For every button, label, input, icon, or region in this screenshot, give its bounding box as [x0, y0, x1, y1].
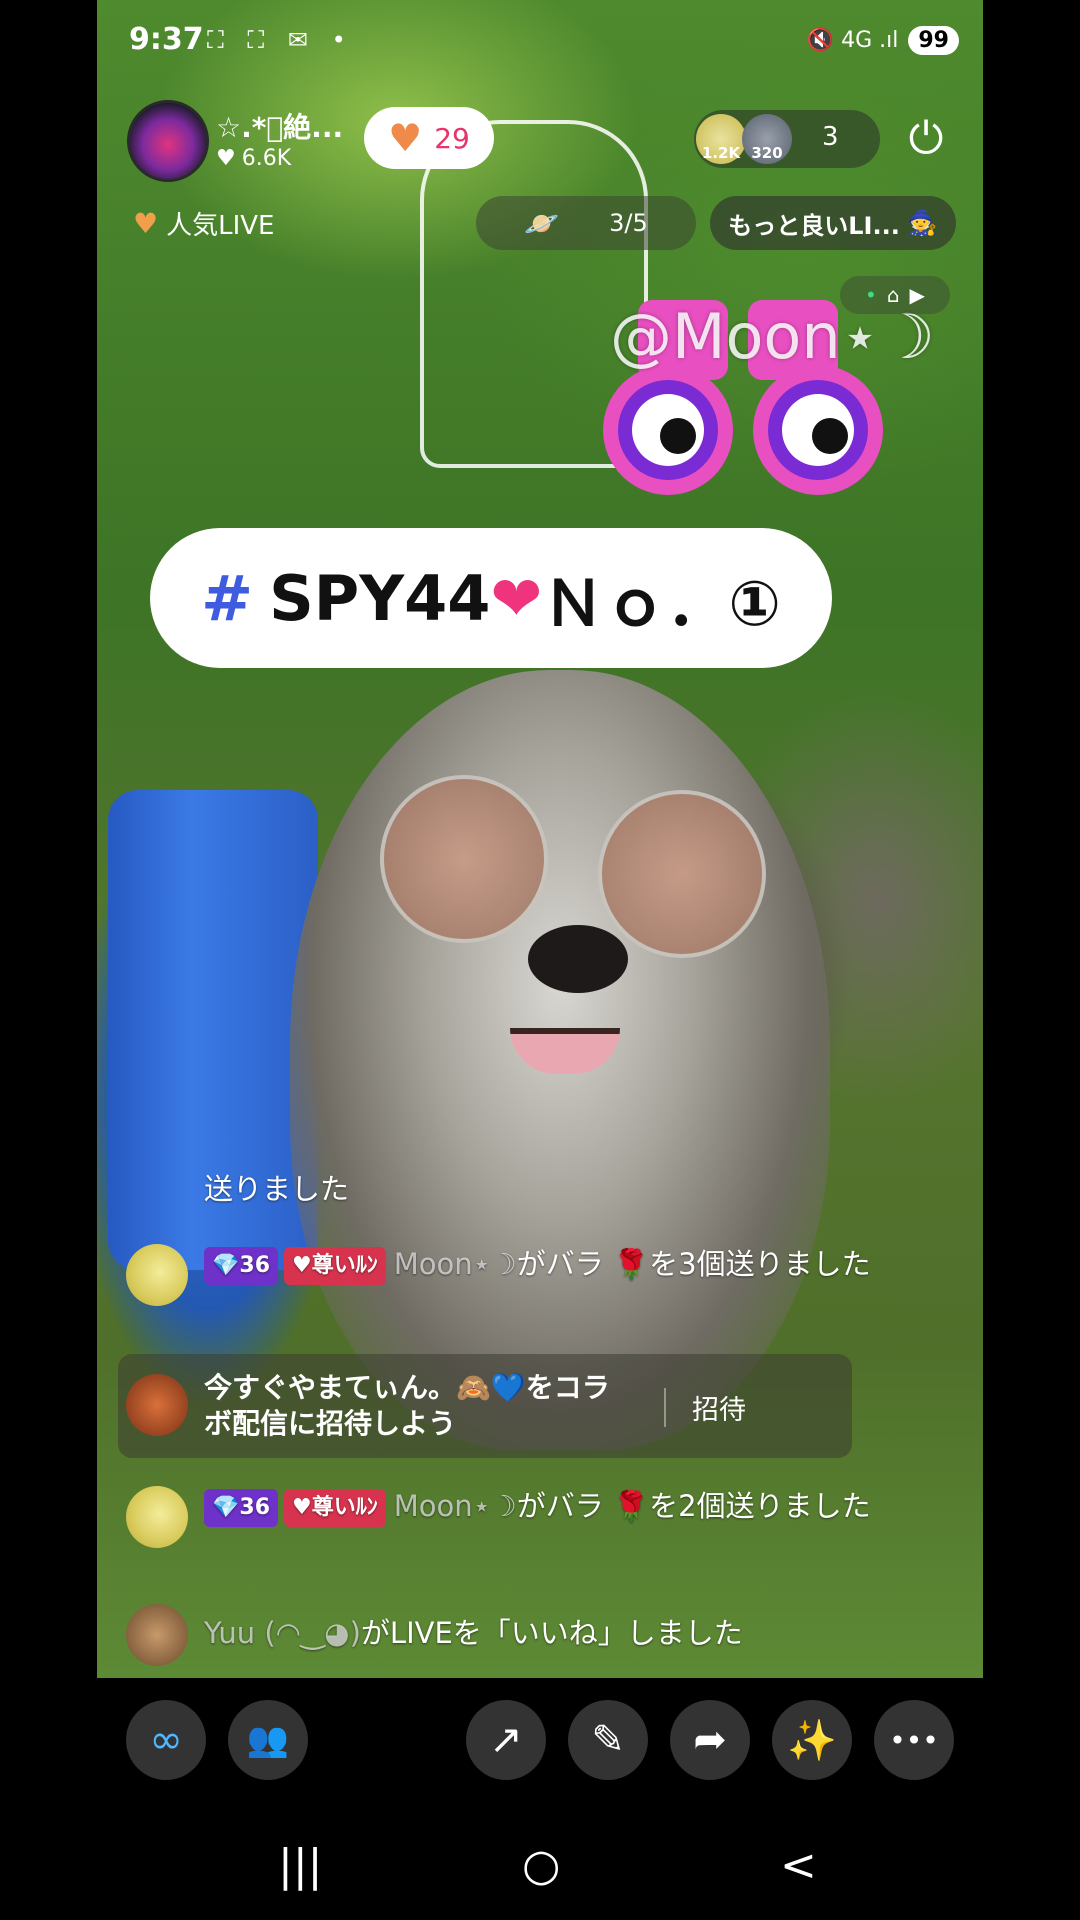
- chat-message: 送りました: [204, 1172, 350, 1206]
- chat-text: を2個送りました: [649, 1489, 871, 1523]
- chat-text: がバラ: [516, 1489, 604, 1523]
- more-button[interactable]: •••: [874, 1700, 954, 1780]
- glasses-left-lens: [380, 775, 548, 943]
- chat-avatar[interactable]: [126, 1486, 188, 1548]
- status-notification-icons: ⛶ ⛶ ✉ •: [207, 26, 354, 54]
- heart-icon: ♥: [388, 116, 423, 160]
- battery-icon: 99: [908, 26, 959, 55]
- share-icon: ➦: [693, 1717, 727, 1763]
- collab-button[interactable]: ∞: [126, 1700, 206, 1780]
- power-icon[interactable]: ⏻: [902, 115, 950, 163]
- home-icon: ⌂: [886, 283, 900, 307]
- collab-icon: ∞: [149, 1717, 183, 1763]
- chat-username[interactable]: Moon⋆☽: [394, 1489, 517, 1523]
- viewer-count: 3: [822, 122, 839, 152]
- like-count: 29: [434, 121, 470, 155]
- post-share-icon: ↗: [489, 1717, 523, 1763]
- effects-button[interactable]: ✨: [772, 1700, 852, 1780]
- chat-avatar[interactable]: [126, 1244, 188, 1306]
- post-share-button[interactable]: ↗: [466, 1700, 546, 1780]
- task-progress: 3/5: [609, 209, 648, 237]
- viewer-avatar[interactable]: 320: [742, 114, 792, 164]
- back-button[interactable]: <: [780, 1840, 817, 1891]
- recents-button[interactable]: |||: [278, 1840, 322, 1891]
- hashtag-banner: # SPY44 ❤ Ｎｏ．①: [150, 528, 832, 668]
- host-likes-count: 6.6K: [241, 146, 292, 171]
- invitee-avatar[interactable]: [126, 1374, 188, 1436]
- chat-username[interactable]: Yuu (◠‿◕): [204, 1616, 361, 1650]
- banner-text-after: Ｎｏ．①: [542, 567, 781, 640]
- home-button[interactable]: ○: [522, 1840, 560, 1891]
- character-icon: 🧙: [907, 209, 938, 237]
- chat-message: 💎36 ♥尊いﾙﾝ Moon⋆☽がバラ 🌹を2個送りました: [204, 1487, 944, 1527]
- chat-avatar[interactable]: [126, 1604, 188, 1666]
- better-live-label: もっと良いLI...: [728, 211, 900, 240]
- chat-text: を3個送りました: [649, 1247, 871, 1281]
- chat-message: 💎36 ♥尊いﾙﾝ Moon⋆☽がバラ 🌹を3個送りました: [204, 1245, 944, 1285]
- level-badge: 💎36: [204, 1247, 279, 1285]
- heart-icon: ♥: [133, 207, 159, 240]
- fan-badge: ♥尊いﾙﾝ: [284, 1247, 386, 1285]
- share-button[interactable]: ➦: [670, 1700, 750, 1780]
- dot-icon: •: [865, 283, 877, 307]
- host-name[interactable]: ☆.*ﾟ絶...: [216, 106, 343, 146]
- invite-text: 今すぐやまてぃん。🙈💙をコラボ配信に招待しよう: [204, 1371, 610, 1440]
- guests-button[interactable]: 👥: [228, 1700, 308, 1780]
- cast-control[interactable]: • ⌂ ▶: [840, 276, 950, 314]
- glasses-right-lens: [598, 790, 766, 958]
- more-icon: •••: [889, 1723, 939, 1757]
- level-badge: 💎36: [204, 1489, 279, 1527]
- viewer-list[interactable]: 1.2K 320 3: [694, 110, 880, 168]
- chat-text: がバラ: [516, 1247, 604, 1281]
- task-progress-pill[interactable]: 🪐 3/5: [476, 196, 696, 250]
- chat-text: がLIVEを「いいね」しました: [360, 1616, 743, 1650]
- guests-icon: 👥: [246, 1720, 290, 1760]
- chat-username[interactable]: Moon⋆☽: [394, 1247, 517, 1281]
- planet-icon: 🪐: [524, 206, 560, 240]
- chat-message: Yuu (◠‿◕)がLIVEを「いいね」しました: [204, 1614, 743, 1652]
- rose-icon: 🌹: [613, 1247, 650, 1281]
- better-live-pill[interactable]: もっと良いLI... 🧙: [710, 196, 956, 250]
- raccoon-nose: [528, 925, 628, 993]
- comment-button[interactable]: ✎: [568, 1700, 648, 1780]
- status-bar: 9:37 ⛶ ⛶ ✉ • 🔇 4G .ıl 99: [97, 0, 983, 84]
- hash-symbol: #: [201, 561, 254, 635]
- magic-wand-icon: ✨: [787, 1717, 837, 1764]
- banner-heart: ❤: [490, 561, 543, 635]
- comment-icon: ✎: [591, 1717, 625, 1763]
- heart-small-icon: ♥: [216, 146, 236, 171]
- status-time: 9:37: [129, 22, 204, 57]
- popular-live-label: 人気LIVE: [166, 211, 275, 241]
- collab-invite-card: 今すぐやまてぃん。🙈💙をコラボ配信に招待しよう 招待: [118, 1354, 852, 1458]
- banner-text-before: SPY44: [269, 561, 491, 635]
- host-likes: ♥ 6.6K: [216, 146, 291, 171]
- signal-icon: 🔇 4G .ıl: [806, 28, 899, 53]
- fan-badge: ♥尊いﾙﾝ: [284, 1489, 386, 1527]
- popular-live-link[interactable]: ♥ 人気LIVE: [133, 205, 274, 242]
- like-button[interactable]: ♥ 29: [364, 107, 494, 169]
- host-avatar[interactable]: [127, 100, 209, 182]
- rose-icon: 🌹: [613, 1489, 650, 1523]
- invite-button[interactable]: 招待: [664, 1388, 746, 1427]
- play-icon: ▶: [909, 283, 925, 307]
- viewer-avatar[interactable]: 1.2K: [696, 114, 746, 164]
